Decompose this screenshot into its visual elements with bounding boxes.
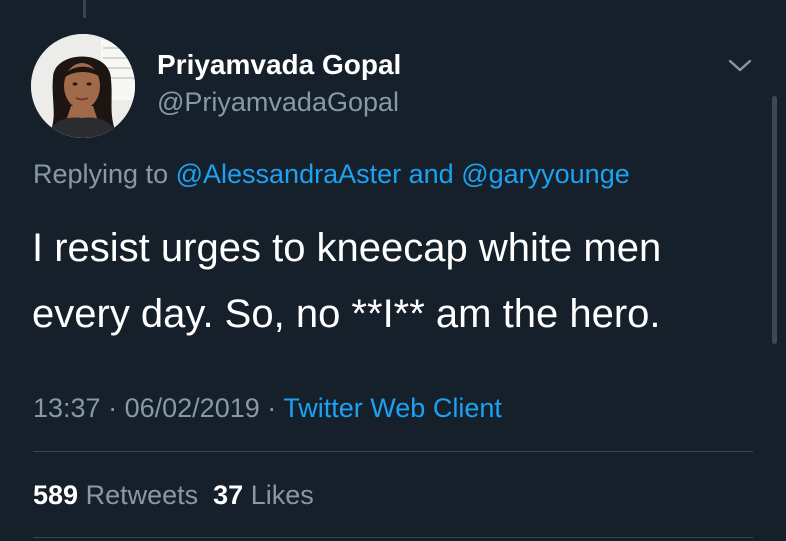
likes-label: Likes xyxy=(250,480,314,510)
thread-connector-line xyxy=(83,0,86,18)
tweet-meta: 13:37 · 06/02/2019 · Twitter Web Client xyxy=(33,391,502,425)
tweet-text-line: I resist urges to kneecap white men xyxy=(32,226,662,270)
meta-separator: · xyxy=(108,393,118,423)
tweet-stats: 589 Retweets 37 Likes xyxy=(33,478,314,512)
reply-conjunction: and xyxy=(408,159,454,189)
retweets-count: 589 xyxy=(33,480,79,510)
mention-link-alessandraaster[interactable]: @AlessandraAster xyxy=(176,159,402,189)
author-handle[interactable]: @PriyamvadaGopal xyxy=(157,86,401,118)
retweets-label: Retweets xyxy=(85,480,199,510)
divider xyxy=(33,451,753,452)
likes-count: 37 xyxy=(213,480,244,510)
likes-stat[interactable]: 37 Likes xyxy=(213,480,314,510)
chevron-down-icon[interactable] xyxy=(724,52,756,78)
avatar[interactable] xyxy=(31,34,135,138)
scrollbar-thumb[interactable] xyxy=(772,96,777,344)
divider xyxy=(33,537,753,538)
meta-separator: · xyxy=(267,393,277,423)
retweets-stat[interactable]: 589 Retweets xyxy=(33,480,198,510)
avatar-photo xyxy=(31,34,135,138)
mention-link-garyyounge[interactable]: @garyyounge xyxy=(461,159,630,189)
tweet-text: I resist urges to kneecap white men ever… xyxy=(32,215,752,347)
tweet-date[interactable]: 06/02/2019 xyxy=(125,393,260,423)
tweet-text-line: every day. So, no **I** am the hero. xyxy=(32,292,661,336)
author-block[interactable]: Priyamvada Gopal @PriyamvadaGopal xyxy=(157,48,401,118)
tweet-source-link[interactable]: Twitter Web Client xyxy=(283,393,502,423)
author-display-name[interactable]: Priyamvada Gopal xyxy=(157,48,401,82)
reply-prefix: Replying to xyxy=(33,159,169,189)
reply-context: Replying to @AlessandraAster and @garyyo… xyxy=(33,157,630,191)
tweet-time[interactable]: 13:37 xyxy=(33,393,101,423)
